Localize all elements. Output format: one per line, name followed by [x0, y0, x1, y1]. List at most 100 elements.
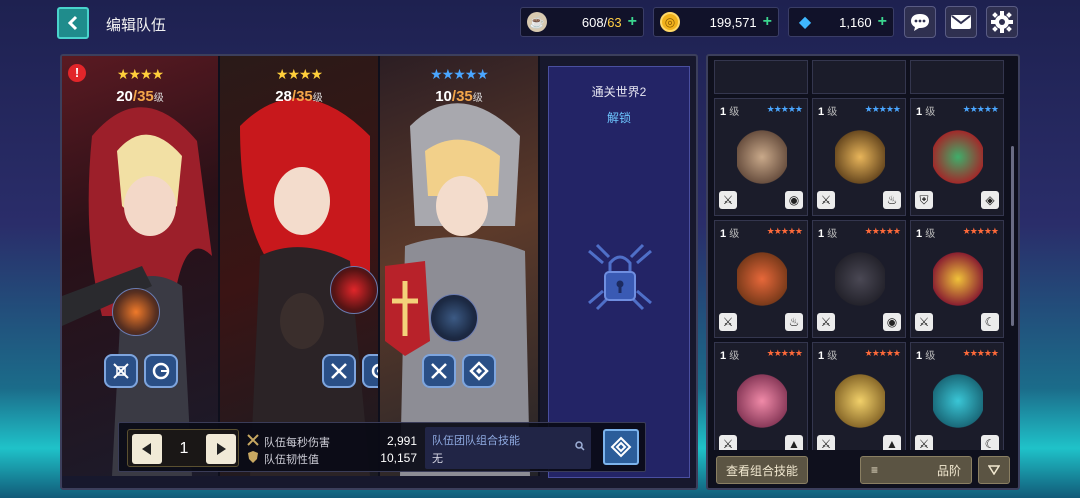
- skill-swords-icon: ⚔: [817, 435, 835, 450]
- settings-button[interactable]: [986, 6, 1018, 38]
- gem-value: 1,160: [839, 14, 872, 30]
- skill-fire-icon: ♨: [883, 191, 901, 209]
- page-title: 编辑队伍: [106, 17, 167, 34]
- gear-icon: [991, 11, 1013, 33]
- triangle-right-icon: [217, 443, 226, 455]
- team-dps-label: 队伍每秒伤害: [264, 437, 330, 449]
- add-gem-icon[interactable]: +: [878, 13, 887, 31]
- skill-swords-icon: ⚔: [915, 435, 933, 450]
- unlock-label: 解锁: [606, 111, 631, 125]
- skill-cross-swords-icon[interactable]: [322, 354, 356, 388]
- sort-label: 品阶: [936, 463, 961, 478]
- skill-moon-icon: ☾: [981, 435, 999, 450]
- view-combo-skills-button[interactable]: 查看组合技能: [716, 456, 808, 484]
- chained-padlock-icon: [588, 243, 652, 311]
- card-stars: ★★★★★: [766, 104, 803, 114]
- card-stars: ★★★★★: [864, 104, 901, 114]
- triangle-down-icon: [988, 465, 1000, 475]
- hero-slot-1[interactable]: ! ★★★★ 20/35级: [62, 56, 220, 476]
- skill-swords-icon: ⚔: [719, 191, 737, 209]
- hero-stars: ★★★★: [116, 66, 164, 82]
- team-stats-bar: 1 队伍每秒伤害 2,991 队伍韧性值 10,157 队伍团队组合技能 无: [118, 422, 646, 472]
- roster-card[interactable]: 1 级 ★★★★★ ⚔ ♨: [812, 98, 906, 216]
- skill-water-icon: ◉: [785, 191, 803, 209]
- card-stars: ★★★★★: [766, 348, 803, 358]
- team-page-number: 1: [179, 440, 189, 457]
- prev-team-button[interactable]: [132, 434, 162, 464]
- card-level: 1: [818, 350, 825, 362]
- hero-slot-2[interactable]: ★★★★ 28/35级: [220, 56, 380, 476]
- team-combo-skill-box[interactable]: 队伍团队组合技能 无: [425, 427, 591, 469]
- combo-skill-button[interactable]: [603, 429, 639, 465]
- skill-gear-icon[interactable]: [362, 354, 378, 388]
- envelope-icon: [951, 15, 971, 29]
- back-button[interactable]: [57, 7, 89, 39]
- roster-card[interactable]: 1 级 ★★★★★ ⚔ ▲: [714, 342, 808, 450]
- hero-level: 28/35级: [275, 88, 323, 105]
- skill-moon-icon[interactable]: [144, 354, 178, 388]
- hero-sprite: [737, 373, 787, 429]
- crossed-swords-icon: [247, 434, 259, 446]
- add-gold-icon[interactable]: +: [763, 13, 772, 31]
- list-icon: ≡: [871, 463, 879, 477]
- skill-swords-icon: ⚔: [915, 313, 933, 331]
- card-level: 1: [818, 228, 825, 240]
- chat-button[interactable]: [904, 6, 936, 38]
- hero-sprite: [835, 251, 885, 307]
- sort-order-button[interactable]: [978, 456, 1010, 484]
- skill-arrow-icon: ▲: [883, 435, 901, 450]
- chevron-left-icon: [67, 15, 78, 31]
- team-pager: 1: [127, 429, 239, 467]
- skill-swords-icon: ⚔: [719, 313, 737, 331]
- card-level: 1: [720, 350, 727, 362]
- chat-bubble-icon: [911, 14, 929, 31]
- roster-scrollbar[interactable]: [1011, 146, 1014, 326]
- hero-sprite: [835, 373, 885, 429]
- hero-level: 20/35级: [116, 88, 164, 105]
- card-level: 1: [818, 106, 825, 118]
- roster-grid: 1 级 ★★★★★ ⚔ ◉ 1 级 ★★★★★ ⚔ ♨ 1 级 ★★★★★ ⛨ …: [714, 60, 1012, 450]
- mail-button[interactable]: [945, 6, 977, 38]
- roster-card[interactable]: 1 级 ★★★★★ ⚔ ♨: [714, 220, 808, 338]
- skill-cross-swords-icon[interactable]: [422, 354, 456, 388]
- card-stars: ★★★★★: [962, 226, 999, 236]
- skill-arrow-icon: ▲: [785, 435, 803, 450]
- hero-sprite: [835, 129, 885, 185]
- card-stars: ★★★★★: [962, 104, 999, 114]
- unlock-condition: 通关世界2: [591, 85, 647, 99]
- hero-sprite: [112, 288, 160, 336]
- add-stamina-icon[interactable]: +: [628, 13, 637, 31]
- team-toughness-row: 队伍韧性值 10,157: [247, 451, 417, 467]
- hero-sprite: [933, 251, 983, 307]
- hero-slot-3[interactable]: ★★★★★ 10/35级: [380, 56, 540, 476]
- hero-sprite: [737, 129, 787, 185]
- roster-card[interactable]: 1 级 ★★★★★ ⛨ ◈: [910, 98, 1004, 216]
- gold-counter[interactable]: ◎ 199,571 +: [653, 7, 779, 37]
- stamina-counter[interactable]: ☕ 608/63 +: [520, 7, 644, 37]
- roster-card[interactable]: 1 级 ★★★★★ ⚔ ◉: [812, 220, 906, 338]
- sort-by-grade-button[interactable]: ≡ 品阶: [860, 456, 972, 484]
- card-level: 1: [916, 228, 923, 240]
- hero-sprite: [330, 266, 378, 314]
- shield-icon: [248, 451, 258, 463]
- diamond-layers-icon: [610, 436, 632, 458]
- team-dps-row: 队伍每秒伤害 2,991: [247, 434, 417, 450]
- team-toughness-value: 10,157: [380, 451, 417, 465]
- roster-card[interactable]: 1 级 ★★★★★ ⚔ ☾: [910, 342, 1004, 450]
- next-team-button[interactable]: [206, 434, 236, 464]
- roster-card[interactable]: 1 级 ★★★★★ ⚔ ◉: [714, 98, 808, 216]
- skill-moon-icon: ☾: [981, 313, 999, 331]
- top-bar: 编辑队伍 ☕ 608/63 + ◎ 199,571 + ◆ 1,160 +: [0, 0, 1080, 46]
- coffee-cup-icon: ☕: [527, 12, 547, 32]
- roster-card[interactable]: 1 级 ★★★★★ ⚔ ☾: [910, 220, 1004, 338]
- roster-card[interactable]: 1 级 ★★★★★ ⚔ ▲: [812, 342, 906, 450]
- skill-diamond-icon[interactable]: [462, 354, 496, 388]
- gem-counter[interactable]: ◆ 1,160 +: [788, 7, 894, 37]
- skill-swords-icon: ⚔: [719, 435, 737, 450]
- card-stars: ★★★★★: [864, 226, 901, 236]
- skill-cross-swords-icon[interactable]: [104, 354, 138, 388]
- gold-value: 199,571: [709, 14, 757, 30]
- search-icon[interactable]: [575, 441, 585, 454]
- hero-stars: ★★★★★: [430, 66, 489, 82]
- combo-skill-value: 无: [432, 453, 443, 465]
